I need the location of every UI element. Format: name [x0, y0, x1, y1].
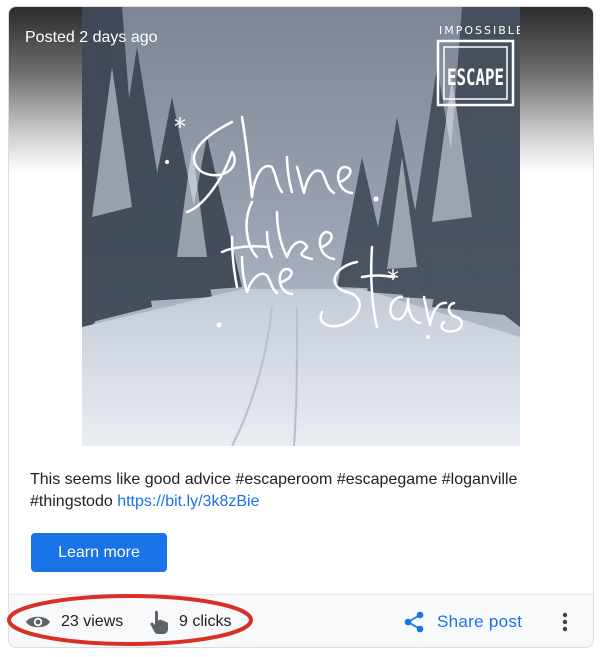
post-image[interactable]: * * IMPOSSIBLE ESCAPE	[82, 7, 520, 446]
clicks-count: 9 clicks	[179, 612, 232, 630]
svg-text:IMPOSSIBLE: IMPOSSIBLE	[439, 24, 520, 37]
views-stat: 23 views	[25, 595, 124, 647]
clicks-stat: 9 clicks	[149, 595, 232, 647]
svg-text:ESCAPE: ESCAPE	[447, 66, 504, 91]
share-post-label: Share post	[437, 611, 523, 631]
post-media: * * IMPOSSIBLE ESCAPE Posted 2 days ago	[9, 7, 593, 447]
svg-text:*: *	[387, 265, 399, 293]
more-options-button[interactable]	[553, 608, 577, 636]
more-vert-icon	[562, 612, 568, 632]
share-post-button[interactable]: Share post	[403, 595, 523, 647]
caption-text: This seems like good advice #escaperoom …	[30, 471, 518, 510]
post-card: * * IMPOSSIBLE ESCAPE Posted 2 days ago …	[8, 6, 594, 648]
views-count: 23 views	[61, 612, 124, 630]
posted-timestamp: Posted 2 days ago	[25, 29, 158, 46]
learn-more-button[interactable]: Learn more	[31, 533, 167, 572]
touch-icon	[150, 610, 168, 634]
eye-icon	[26, 616, 50, 627]
share-icon	[404, 611, 424, 632]
post-caption: This seems like good advice #escaperoom …	[30, 469, 570, 513]
post-footer: 23 views 9 clicks Share post	[9, 594, 593, 647]
caption-link[interactable]: https://bit.ly/3k8zBie	[117, 493, 259, 510]
svg-text:*: *	[174, 113, 186, 141]
